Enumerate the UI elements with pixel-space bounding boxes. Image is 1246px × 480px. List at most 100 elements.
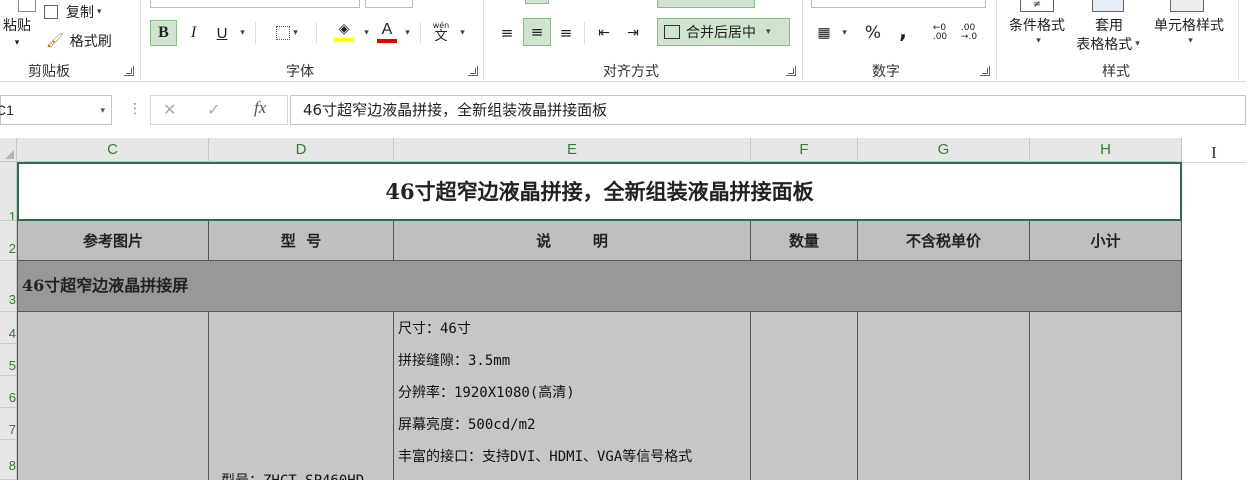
format-as-table-button-2[interactable]: 表格格式 ▾ (1068, 33, 1148, 55)
header-cell-unit-price[interactable]: 不含税单价 (858, 221, 1030, 261)
underline-dropdown[interactable]: ▾ (234, 20, 248, 46)
border-icon (276, 26, 291, 40)
header-cell-quantity[interactable]: 数量 (751, 221, 858, 261)
product-unit-price-cell[interactable] (858, 312, 1030, 480)
increase-decimal-icon: ←0.00 (932, 23, 948, 42)
fill-color-dropdown[interactable]: ▾ (360, 20, 370, 46)
title-cell[interactable]: 46寸超窄边液晶拼接，全新组装液晶拼接面板 (17, 162, 1182, 221)
header-cell-subtotal[interactable]: 小计 (1030, 221, 1182, 261)
column-header-h[interactable]: H (1030, 138, 1182, 162)
phonetic-char-label: 文 (434, 28, 448, 44)
chevron-down-icon: ▾ (405, 28, 410, 38)
top-align-button[interactable] (525, 0, 549, 4)
format-painter-label: 格式刷 (69, 34, 112, 50)
row-header-5[interactable]: 5 (0, 344, 17, 376)
conditional-format-dropdown[interactable]: ▾ (1024, 34, 1050, 48)
increase-decimal-button[interactable]: ←0.00 (928, 20, 952, 46)
column-header-i[interactable]: I (1182, 138, 1246, 162)
cell-styles-dropdown[interactable]: ▾ (1176, 34, 1202, 48)
font-name-combo[interactable] (150, 0, 360, 8)
paste-dropdown[interactable]: ▾ (2, 36, 32, 50)
clipboard-launcher-icon[interactable] (124, 66, 134, 76)
column-header-e[interactable]: E (394, 138, 751, 162)
cell-styles-button[interactable]: 单元格样式 (1148, 14, 1230, 36)
row-header-1[interactable]: 1 (0, 162, 17, 221)
divider (255, 22, 256, 44)
row-header-3[interactable]: 3 (0, 261, 17, 312)
align-left-button[interactable]: ≡ (494, 20, 520, 46)
column-header-f[interactable]: F (751, 138, 858, 162)
enter-icon[interactable]: ✓ (207, 100, 220, 119)
product-subtotal-cell[interactable] (1030, 312, 1182, 480)
spec-size: 尺寸：46寸 (398, 321, 471, 337)
chevron-down-icon: ▾ (97, 7, 102, 17)
formula-input[interactable]: 46寸超窄边液晶拼接，全新组装液晶拼接面板 (290, 95, 1246, 125)
header-cell-description[interactable]: 说 明 (394, 221, 751, 261)
insert-function-icon[interactable]: fx (254, 98, 266, 118)
align-center-icon: ≡ (530, 23, 544, 41)
copy-button[interactable]: 复制 ▾ (44, 1, 126, 23)
bold-button[interactable]: B (150, 20, 177, 46)
number-launcher-icon[interactable] (980, 66, 990, 76)
cancel-icon[interactable]: ✕ (163, 100, 176, 119)
row-header-7[interactable]: 7 (0, 408, 17, 440)
column-header-d[interactable]: D (209, 138, 394, 162)
section-cell[interactable]: 46寸超窄边液晶拼接屏 (17, 261, 1182, 312)
row-header-8[interactable]: 8 (0, 440, 17, 480)
header-cell-image[interactable]: 参考图片 (17, 221, 209, 261)
decrease-decimal-button[interactable]: .00 →.0 (957, 20, 981, 46)
product-quantity-cell[interactable] (751, 312, 858, 480)
chevron-down-icon: ▾ (364, 28, 369, 38)
phonetic-dropdown[interactable]: ▾ (454, 20, 468, 46)
drag-handle-icon[interactable]: ⋮ (128, 100, 142, 118)
clipboard-group-label: 剪贴板 (28, 64, 70, 80)
fill-color-bar (334, 38, 354, 42)
accounting-dropdown[interactable]: ▾ (836, 20, 850, 46)
align-right-button[interactable]: ≡ (553, 20, 579, 46)
header-cell-model[interactable]: 型 号 (209, 221, 394, 261)
italic-button[interactable]: I (180, 20, 207, 46)
name-box[interactable]: C1 ▾ (0, 95, 112, 125)
row-header-4[interactable]: 4 (0, 312, 17, 344)
chevron-down-icon: ▾ (240, 28, 245, 38)
product-description-cell[interactable]: 尺寸：46寸 拼接缝隙：3.5mm 分辨率：1920X1080(高清) 屏幕亮度… (394, 312, 751, 480)
align-left-icon: ≡ (500, 24, 514, 42)
number-format-combo[interactable] (811, 0, 986, 8)
accounting-format-button[interactable]: ▦ (812, 20, 836, 46)
product-model-cell[interactable]: 型号：ZHCT-SP460HD (209, 312, 394, 480)
copy-label: 复制 (66, 5, 94, 21)
align-center-button[interactable]: ≡ (523, 18, 551, 46)
conditional-format-button[interactable]: 条件格式 (1002, 14, 1072, 36)
product-image-cell[interactable] (17, 312, 209, 480)
percent-button[interactable]: % (860, 20, 886, 46)
format-painter-button[interactable]: 🖌 格式刷 (46, 30, 126, 52)
borders-button[interactable]: ▾ (266, 20, 308, 46)
row-header-2[interactable]: 2 (0, 221, 17, 261)
alignment-launcher-icon[interactable] (786, 66, 796, 76)
underline-button[interactable]: U (210, 20, 234, 46)
indent-icon: ⇥ (627, 25, 639, 41)
row-header-6[interactable]: 6 (0, 376, 17, 408)
column-header-c[interactable]: C (17, 138, 209, 162)
increase-indent-button[interactable]: ⇥ (620, 20, 646, 46)
phonetic-guide-button[interactable]: wén 文 (428, 18, 454, 46)
number-group-label: 数字 (872, 64, 900, 80)
font-launcher-icon[interactable] (468, 66, 478, 76)
font-color-dropdown[interactable]: ▾ (400, 20, 412, 46)
align-right-icon: ≡ (559, 24, 573, 42)
alignment-group-label: 对齐方式 (603, 64, 659, 80)
column-header-g[interactable]: G (858, 138, 1030, 162)
font-size-combo[interactable] (365, 0, 413, 8)
decrease-indent-button[interactable]: ⇤ (592, 20, 616, 46)
font-group-label: 字体 (286, 64, 314, 80)
chevron-down-icon[interactable]: ▾ (100, 96, 105, 124)
merge-center-button[interactable]: 合并后居中 ▾ (657, 18, 790, 46)
font-color-button[interactable]: A (372, 18, 402, 46)
wrap-text-button[interactable] (657, 0, 755, 8)
paste-button[interactable]: 粘贴 (0, 14, 34, 36)
select-all-corner[interactable] (0, 138, 17, 162)
font-color-icon: A (381, 20, 393, 38)
ribbon: 粘贴 ▾ 复制 ▾ 🖌 格式刷 剪贴板 B I U ▾ ▾ ◈ ▾ A ▾ wé… (0, 0, 1246, 82)
comma-button[interactable]: , (890, 18, 916, 44)
name-box-value: C1 (0, 102, 14, 118)
